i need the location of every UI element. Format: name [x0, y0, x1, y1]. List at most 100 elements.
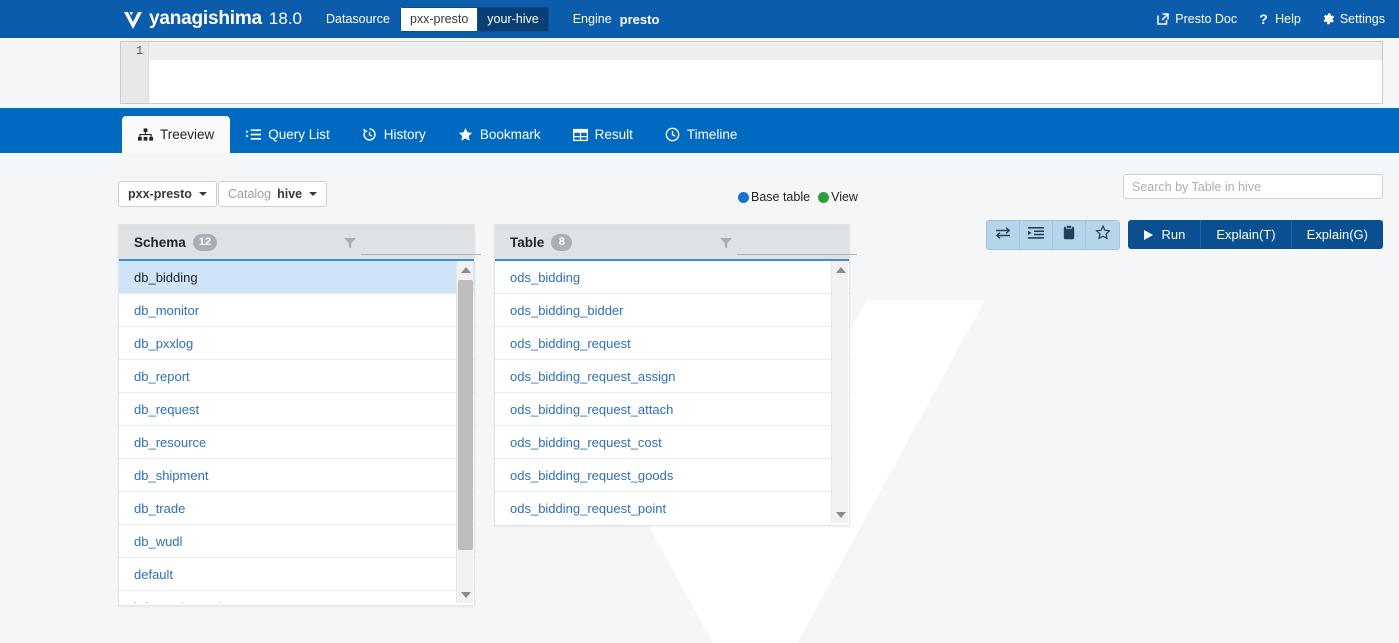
run-label: Run — [1161, 227, 1186, 242]
tab-query-list[interactable]: Query List — [230, 116, 346, 153]
list-item[interactable]: ods_bidding_request — [495, 327, 849, 360]
scroll-up-icon[interactable] — [832, 261, 849, 278]
settings-label: Settings — [1339, 12, 1385, 26]
tab-bar: Treeview Query List History Bookmark Res… — [0, 108, 1399, 250]
scroll-down-icon[interactable] — [832, 506, 849, 523]
exchange-icon — [995, 226, 1011, 245]
table-count-badge: 8 — [551, 233, 573, 251]
schema-filter-input[interactable] — [361, 237, 481, 255]
explain-t-button[interactable]: Explain(T) — [1201, 220, 1292, 249]
catalog-select-value: hive — [277, 187, 303, 201]
brand-name: yanagishima — [149, 8, 262, 29]
tab-timeline[interactable]: Timeline — [649, 116, 754, 153]
datasource-select-button[interactable]: pxx-presto — [118, 181, 217, 207]
copy-query-button[interactable] — [1053, 221, 1086, 249]
clock-icon — [665, 127, 680, 142]
query-action-group: Run Explain(T) Explain(G) — [1128, 220, 1383, 249]
table-icon — [572, 128, 588, 142]
line-number-1: 1 — [136, 45, 143, 58]
list-item[interactable]: ods_bidding_bidder — [495, 294, 849, 327]
list-item[interactable]: ods_bidding_request_cost — [495, 426, 849, 459]
yanagishima-logo-icon — [123, 9, 143, 29]
schema-list[interactable]: db_bidding db_monitor db_pxxlog db_repor… — [119, 261, 474, 603]
list-item[interactable]: db_request — [119, 393, 474, 426]
query-editor[interactable]: 1 — [120, 41, 1383, 104]
help-link[interactable]: ? Help — [1257, 12, 1301, 26]
table-list-scrollbar[interactable] — [831, 261, 848, 523]
tab-list: Treeview Query List History Bookmark Res… — [122, 108, 1399, 153]
legend-view-label: View — [831, 190, 858, 204]
bookmark-query-button[interactable] — [1086, 221, 1119, 249]
tab-bookmark[interactable]: Bookmark — [442, 116, 557, 153]
datasource-select-value: pxx-presto — [128, 187, 192, 201]
list-item[interactable]: ods_bidding_request_attach — [495, 393, 849, 426]
sitemap-icon — [138, 127, 153, 142]
datasource-label: Datasource — [326, 12, 390, 26]
tab-timeline-label: Timeline — [686, 127, 738, 142]
tab-query-list-label: Query List — [268, 127, 330, 142]
tab-history-label: History — [383, 127, 426, 142]
list-item[interactable]: db_monitor — [119, 294, 474, 327]
editor-code-area[interactable] — [149, 42, 1382, 103]
convert-query-button[interactable] — [987, 221, 1020, 249]
scrollbar-thumb[interactable] — [458, 280, 473, 550]
scroll-up-icon[interactable] — [457, 261, 474, 278]
editor-active-line[interactable] — [149, 42, 1382, 60]
datasource-option-pxx-presto[interactable]: pxx-presto — [399, 6, 479, 32]
tab-history[interactable]: History — [346, 116, 442, 153]
presto-doc-link[interactable]: Presto Doc — [1156, 12, 1237, 26]
table-filter-input[interactable] — [737, 237, 857, 255]
base-table-dot-icon — [738, 191, 749, 203]
settings-link[interactable]: Settings — [1321, 12, 1385, 26]
run-button[interactable]: Run — [1128, 220, 1202, 249]
list-icon — [246, 128, 262, 142]
list-item[interactable]: default — [119, 558, 474, 591]
app-header: yanagishima 18.0 Datasource pxx-presto y… — [0, 0, 1399, 38]
engine-label: Engine — [572, 12, 612, 26]
list-item[interactable]: db_pxxlog — [119, 327, 474, 360]
list-item[interactable]: db_resource — [119, 426, 474, 459]
list-item[interactable]: db_trade — [119, 492, 474, 525]
list-item[interactable]: information_schema — [119, 591, 474, 603]
list-item[interactable]: ods_bidding_request_goods — [495, 459, 849, 492]
clipboard-icon — [1063, 224, 1075, 245]
tab-result[interactable]: Result — [557, 116, 649, 153]
search-table-input[interactable] — [1123, 174, 1383, 199]
tab-treeview[interactable]: Treeview — [122, 116, 231, 153]
scroll-down-icon[interactable] — [457, 586, 474, 603]
star-icon — [458, 127, 473, 142]
table-type-legend: Base table View — [738, 190, 866, 204]
list-item[interactable]: db_shipment — [119, 459, 474, 492]
schema-filter — [343, 236, 481, 255]
table-panel-title: Table — [510, 234, 545, 250]
table-list[interactable]: ods_bidding ods_bidding_bidder ods_biddi… — [495, 261, 849, 523]
schema-list-scrollbar[interactable] — [456, 261, 473, 603]
explain-g-button[interactable]: Explain(G) — [1291, 220, 1383, 249]
format-query-button[interactable] — [1020, 221, 1053, 249]
legend-view: View — [818, 190, 858, 204]
view-dot-icon — [818, 191, 830, 203]
list-item[interactable]: db_wudl — [119, 525, 474, 558]
help-label: Help — [1275, 12, 1301, 26]
list-item[interactable]: ods_bidding_request_assign — [495, 360, 849, 393]
indent-icon — [1028, 226, 1044, 245]
tab-treeview-label: Treeview — [160, 127, 215, 142]
legend-base-table: Base table — [738, 190, 810, 204]
editor-tool-group — [986, 220, 1120, 250]
legend-base-table-label: Base table — [751, 190, 811, 204]
list-item[interactable]: ods_bidding — [495, 261, 849, 294]
list-item[interactable]: ods_bidding_request_point — [495, 492, 849, 523]
list-item[interactable]: db_report — [119, 360, 474, 393]
chevron-down-icon — [198, 192, 207, 196]
table-panel-header: Table 8 — [495, 225, 857, 261]
tab-bookmark-label: Bookmark — [479, 127, 541, 142]
catalog-select-button[interactable]: Catalog hive — [218, 181, 328, 207]
brand: yanagishima 18.0 — [123, 8, 302, 30]
star-outline-icon — [1094, 224, 1111, 245]
list-item[interactable]: db_bidding — [119, 261, 474, 294]
funnel-icon — [343, 236, 357, 255]
question-mark-icon: ? — [1257, 12, 1270, 26]
history-icon — [362, 127, 377, 142]
schema-panel-header: Schema 12 — [119, 225, 481, 261]
datasource-option-your-hive[interactable]: your-hive — [478, 6, 549, 32]
